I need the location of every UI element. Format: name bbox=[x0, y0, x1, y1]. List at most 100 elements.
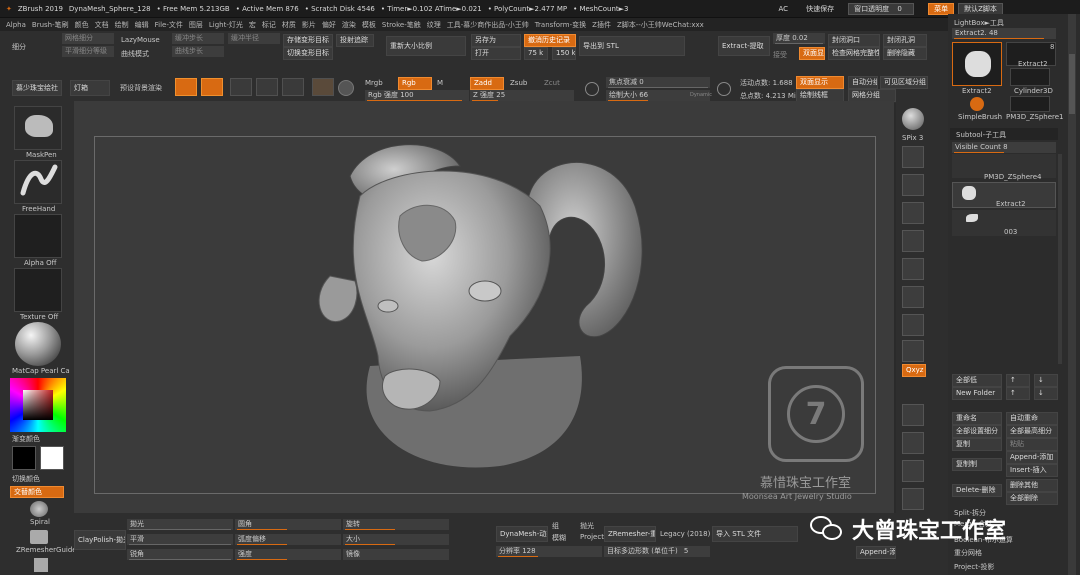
claypolish-button[interactable]: ClayPolish-拋光 bbox=[74, 530, 126, 550]
mirror-slider[interactable]: 镜像 bbox=[343, 549, 449, 560]
muxi-button[interactable]: 慕少珠宝绘社 bbox=[12, 80, 62, 96]
zadd-button[interactable]: Zadd bbox=[470, 77, 504, 90]
color-picker[interactable] bbox=[10, 378, 66, 432]
ram-head-sculpt[interactable] bbox=[300, 136, 660, 476]
new-folder-button[interactable]: New Folder bbox=[952, 387, 1002, 400]
tool-thumb-cylinder[interactable] bbox=[1010, 68, 1050, 86]
menu-render[interactable]: 渲染 bbox=[342, 20, 356, 30]
zoom-icon[interactable] bbox=[902, 174, 924, 196]
menu-layer[interactable]: 图层 bbox=[189, 20, 203, 30]
sharp-slider[interactable]: 锐角 bbox=[127, 549, 233, 560]
draw-d-icon[interactable] bbox=[717, 82, 731, 96]
alpha-thumb[interactable] bbox=[14, 214, 62, 258]
focal-slider[interactable]: 焦点衰减 0 bbox=[606, 77, 710, 88]
insert-button[interactable]: Insert-插入 bbox=[1006, 464, 1058, 477]
polyframe-icon[interactable] bbox=[902, 488, 924, 510]
round-slider[interactable]: 圆角 bbox=[235, 519, 341, 530]
check-mesh-button[interactable]: 检查网格完整性 bbox=[828, 47, 880, 60]
menu-stroke[interactable]: Stroke-笔触 bbox=[382, 20, 421, 30]
resize-button[interactable]: 重新大小比例 bbox=[386, 36, 466, 56]
focal-s-icon[interactable] bbox=[585, 82, 599, 96]
legacy-label[interactable]: Legacy (2018) bbox=[660, 530, 710, 538]
curve-step-slider[interactable]: 曲线步长 bbox=[172, 46, 224, 57]
move-down-button[interactable]: ↓ bbox=[1034, 374, 1058, 387]
coat-shift-slider[interactable]: 弧度偏移 bbox=[235, 534, 341, 545]
qxyz-button[interactable]: Qxyz bbox=[902, 364, 926, 377]
move-down-2-button[interactable]: ↓ bbox=[1034, 387, 1058, 400]
color-square[interactable] bbox=[23, 390, 53, 420]
target-polycount-slider[interactable]: 目标多边形数 (单位千) 5 bbox=[604, 546, 710, 557]
rgb-button[interactable]: Rgb bbox=[398, 77, 432, 90]
menu-zscript[interactable]: Z脚本--小王帅WeChat:xxx bbox=[617, 20, 704, 30]
material-sphere-thumb[interactable] bbox=[15, 322, 61, 366]
smooth-sub-slider[interactable]: 平滑细分等级 bbox=[62, 46, 114, 57]
menu-brush[interactable]: Brush-笔刷 bbox=[32, 20, 69, 30]
menu-preferences[interactable]: 偏好 bbox=[322, 20, 336, 30]
rotate-mode-icon[interactable] bbox=[256, 78, 278, 96]
lightbox-tool-label[interactable]: LightBox►工具 bbox=[954, 18, 1004, 28]
copy-button[interactable]: 复制 bbox=[952, 438, 1002, 451]
accept-button[interactable]: 接受 bbox=[773, 50, 787, 60]
all-low-sub-button[interactable]: 全部设置细分 bbox=[952, 425, 1002, 438]
dynamesh-group-label[interactable]: 组 bbox=[552, 521, 559, 531]
poly-75k-button[interactable]: 75 k bbox=[524, 47, 548, 60]
dynamesh-polish-label[interactable]: 抛光 bbox=[580, 521, 594, 531]
append-button[interactable]: Append-添加 bbox=[1006, 451, 1058, 464]
lazy-radius-slider[interactable]: 缓冲半径 bbox=[228, 33, 280, 44]
lock-icon[interactable] bbox=[902, 340, 924, 362]
menu-edit[interactable]: 编辑 bbox=[135, 20, 149, 30]
frame-mode-icon[interactable] bbox=[282, 78, 304, 96]
delete-button[interactable]: Delete-删除 bbox=[952, 484, 1002, 497]
draw-mode-icon[interactable] bbox=[175, 78, 197, 96]
menus-button[interactable]: 菜单 bbox=[928, 2, 955, 15]
all-low-button[interactable]: 全部低 bbox=[952, 374, 1002, 387]
switch-color-label[interactable]: 切换颜色 bbox=[12, 474, 40, 484]
freehand-stroke-thumb[interactable] bbox=[14, 160, 62, 204]
tool-thumb-zsphere[interactable] bbox=[1010, 96, 1050, 112]
move-icon[interactable] bbox=[902, 404, 924, 426]
lazymouse-button[interactable]: LazyMouse bbox=[121, 36, 160, 44]
project-menu[interactable]: Project-投影 bbox=[954, 562, 994, 572]
material-sphere-icon[interactable] bbox=[338, 80, 354, 96]
delete-all-button[interactable]: 全部删除 bbox=[1006, 492, 1058, 505]
menu-macro[interactable]: 宏 bbox=[249, 20, 256, 30]
menu-material[interactable]: 材质 bbox=[282, 20, 296, 30]
double-display-button[interactable]: 双面显示 bbox=[796, 76, 844, 89]
sub-slider[interactable]: 网格细分 bbox=[62, 33, 114, 44]
switch-morph-button[interactable]: 切换变形目标 bbox=[283, 47, 333, 60]
extract-count-slider[interactable]: Extract2. 48 bbox=[952, 28, 1056, 39]
tool-panel-scroll-thumb[interactable] bbox=[1069, 54, 1075, 114]
floor-icon[interactable] bbox=[902, 286, 924, 308]
menu-document[interactable]: 文档 bbox=[95, 20, 109, 30]
undo-history-button[interactable]: 撤消历史记录 bbox=[524, 34, 576, 47]
visible-group-button[interactable]: 可见区域分组 bbox=[880, 76, 928, 89]
menu-alpha[interactable]: Alpha bbox=[6, 21, 26, 29]
move-up-2-button[interactable]: ↑ bbox=[1006, 387, 1030, 400]
duplicate-button[interactable]: 复制制 bbox=[952, 458, 1002, 471]
save-as-button[interactable]: 另存为 bbox=[471, 34, 521, 47]
rename-button[interactable]: 重命名 bbox=[952, 412, 1002, 425]
curve-mode-button[interactable]: 曲线模式 bbox=[121, 49, 149, 59]
all-high-sub-button[interactable]: 全部最高细分 bbox=[1006, 425, 1058, 438]
polish-slider[interactable]: 拋光 bbox=[127, 519, 233, 530]
lightbox-button[interactable]: 灯箱 bbox=[70, 80, 110, 96]
export-stl-button[interactable]: 导出到 STL bbox=[579, 36, 685, 56]
close-holes-button[interactable]: 封闭孔洞 bbox=[883, 34, 927, 47]
paste-button[interactable]: 粘贴 bbox=[1006, 438, 1058, 451]
subtool-list-scrollbar[interactable] bbox=[1058, 154, 1062, 364]
aahalf-icon[interactable] bbox=[902, 230, 924, 252]
append-bottom-button[interactable]: Append-添加 bbox=[856, 546, 896, 559]
spiral-stroke-icon[interactable] bbox=[30, 501, 48, 517]
size-slider[interactable]: 大小 bbox=[343, 534, 449, 545]
preset-bg-label[interactable]: 预设背景渲染 bbox=[120, 83, 162, 93]
tool-thumb-extract2-active[interactable] bbox=[952, 42, 1002, 86]
dynamesh-blur-label[interactable]: 模糊 bbox=[552, 533, 566, 543]
m-button[interactable]: M bbox=[437, 79, 443, 87]
rotate-icon[interactable] bbox=[902, 460, 924, 482]
secondary-color-swatch[interactable] bbox=[40, 446, 64, 470]
scale-mode-icon[interactable] bbox=[230, 78, 252, 96]
default-zscript-button[interactable]: 默认Z脚本 bbox=[958, 2, 1003, 15]
zcut-button[interactable]: Zcut bbox=[544, 79, 560, 87]
delete-hidden-button[interactable]: 删除隐藏 bbox=[883, 47, 927, 60]
dynamesh-button[interactable]: DynaMesh-动态 bbox=[496, 526, 548, 542]
